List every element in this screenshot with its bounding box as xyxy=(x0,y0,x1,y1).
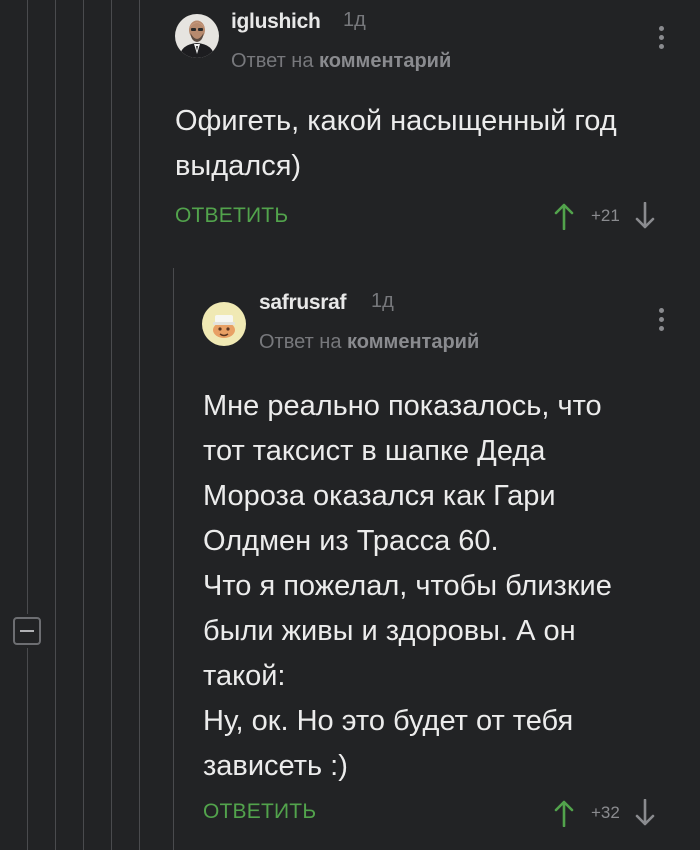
vote-controls: +32 xyxy=(553,799,656,827)
reply-button[interactable]: ОТВЕТИТЬ xyxy=(175,204,288,228)
thread-line xyxy=(139,0,140,850)
comment-text: Офигеть, какой насыщенный год выдался) xyxy=(175,105,617,182)
vote-controls: +21 xyxy=(553,202,656,230)
collapse-thread-button[interactable] xyxy=(10,614,44,648)
minus-square-icon xyxy=(13,617,41,645)
comment-text: Мне реально показалось, что тот таксист … xyxy=(203,390,612,782)
arrow-up-icon[interactable] xyxy=(553,202,575,230)
arrow-down-icon[interactable] xyxy=(634,799,656,827)
comment-rating: +21 xyxy=(591,206,620,225)
comment-time: 1д xyxy=(371,290,394,312)
more-vertical-icon[interactable] xyxy=(659,26,665,53)
thread-line xyxy=(55,0,56,850)
thread-line xyxy=(111,0,112,850)
thread-line xyxy=(83,0,84,850)
comment-username[interactable]: safrusraf xyxy=(259,291,346,315)
reply-to-link[interactable]: Ответ на комментарий xyxy=(259,331,479,354)
reply-to-prefix: Ответ на xyxy=(231,50,314,72)
avatar[interactable] xyxy=(202,302,246,346)
thread-line xyxy=(173,268,174,850)
arrow-down-icon[interactable] xyxy=(634,202,656,230)
more-vertical-icon[interactable] xyxy=(659,308,665,335)
reply-button[interactable]: ОТВЕТИТЬ xyxy=(203,800,316,824)
comment-rating: +32 xyxy=(591,803,620,822)
avatar[interactable] xyxy=(175,14,219,58)
thread-line xyxy=(27,0,28,850)
arrow-up-icon[interactable] xyxy=(553,799,575,827)
reply-to-link[interactable]: Ответ на комментарий xyxy=(231,50,451,73)
comment-time: 1д xyxy=(343,9,366,31)
reply-to-prefix: Ответ на xyxy=(259,331,342,353)
comment-username[interactable]: iglushich xyxy=(231,10,321,34)
reply-to-target: комментарий xyxy=(319,50,452,72)
reply-to-target: комментарий xyxy=(347,331,480,353)
